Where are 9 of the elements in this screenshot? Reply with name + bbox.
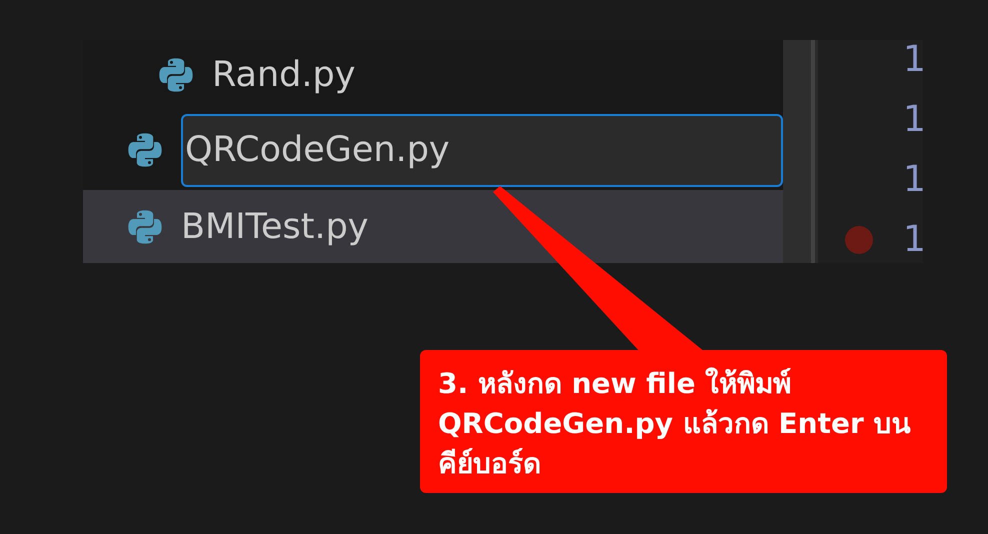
file-item[interactable]: BMITest.py: [83, 190, 783, 263]
filename-input[interactable]: QRCodeGen.py: [181, 114, 783, 186]
line-number: 1: [903, 42, 923, 78]
breakpoint-dot[interactable]: [845, 226, 873, 254]
line-number: 1: [903, 102, 923, 138]
line-number: 1: [903, 162, 923, 198]
file-item[interactable]: Rand.py: [83, 40, 783, 110]
scrollbar[interactable]: [783, 40, 815, 263]
line-number: 1: [903, 222, 923, 258]
